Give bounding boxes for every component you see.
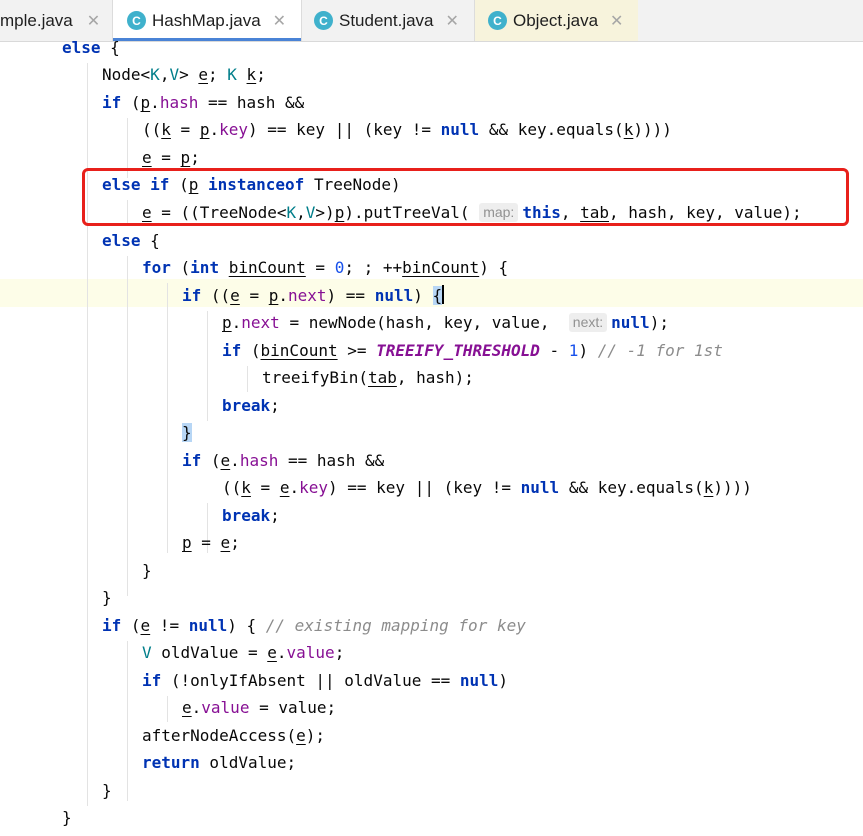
tab-hashmap-java[interactable]: C HashMap.java ✕: [113, 0, 301, 41]
code-line[interactable]: e = p;: [142, 144, 200, 171]
code-line[interactable]: if ((e = p.next) == null) {: [182, 282, 445, 309]
code-line[interactable]: for (int binCount = 0; ; ++binCount) {: [142, 254, 508, 281]
tab-object-java[interactable]: C Object.java ✕: [475, 0, 638, 41]
close-icon[interactable]: ✕: [87, 11, 100, 31]
indent-guide: [127, 641, 128, 801]
indent-guide: [127, 256, 128, 596]
editor-tab-bar: mple.java ✕ C HashMap.java ✕ C Student.j…: [0, 0, 863, 42]
class-icon: C: [127, 11, 146, 30]
code-line[interactable]: ((k = e.key) == key || (key != null && k…: [222, 474, 752, 501]
tab-student-java[interactable]: C Student.java ✕: [302, 0, 474, 41]
param-hint-next: next:: [568, 313, 608, 332]
code-line[interactable]: if (p.hash == hash &&: [102, 89, 304, 116]
tab-label: Object.java: [513, 10, 599, 30]
code-line[interactable]: Node<K,V> e; K k;: [102, 61, 266, 88]
close-icon[interactable]: ✕: [446, 11, 459, 31]
indent-guide: [167, 696, 168, 722]
code-line[interactable]: else {: [62, 41, 120, 61]
close-icon[interactable]: ✕: [273, 11, 286, 31]
indent-guide: [167, 283, 168, 553]
code-line[interactable]: }: [102, 777, 112, 804]
code-editor[interactable]: else { Node<K,V> e; K k; if (p.hash == h…: [0, 41, 863, 836]
code-line[interactable]: if (!onlyIfAbsent || oldValue == null): [142, 667, 508, 694]
tab-example-java[interactable]: mple.java ✕: [0, 0, 110, 41]
code-line[interactable]: treeifyBin(tab, hash);: [262, 364, 474, 391]
tab-label: mple.java: [0, 10, 73, 30]
class-icon: C: [488, 11, 507, 30]
code-line[interactable]: afterNodeAccess(e);: [142, 722, 325, 749]
code-line[interactable]: }: [182, 419, 192, 446]
code-line[interactable]: if (e != null) { // existing mapping for…: [102, 612, 526, 639]
code-line[interactable]: ((k = p.key) == key || (key != null && k…: [142, 116, 672, 143]
code-line[interactable]: }: [62, 804, 72, 831]
close-icon[interactable]: ✕: [610, 11, 623, 31]
code-line[interactable]: }: [102, 584, 112, 611]
annotation-highlight-box: [82, 168, 849, 226]
code-line[interactable]: else {: [102, 227, 160, 254]
code-line[interactable]: if (binCount >= TREEIFY_THRESHOLD - 1) /…: [222, 337, 723, 364]
code-line[interactable]: p = e;: [182, 529, 240, 556]
text-caret: [442, 285, 445, 304]
code-line[interactable]: }: [142, 557, 152, 584]
class-icon: C: [314, 11, 333, 30]
indent-guide: [247, 366, 248, 392]
indent-guide: [207, 311, 208, 421]
code-line[interactable]: if (e.hash == hash &&: [182, 447, 384, 474]
tab-label: HashMap.java: [152, 10, 261, 30]
code-line[interactable]: p.next = newNode(hash, key, value, next:…: [222, 309, 669, 336]
tab-label: Student.java: [339, 10, 434, 30]
code-line[interactable]: V oldValue = e.value;: [142, 639, 344, 666]
code-line[interactable]: break;: [222, 502, 280, 529]
code-line[interactable]: return oldValue;: [142, 749, 296, 776]
code-line[interactable]: break;: [222, 392, 280, 419]
code-line[interactable]: e.value = value;: [182, 694, 336, 721]
